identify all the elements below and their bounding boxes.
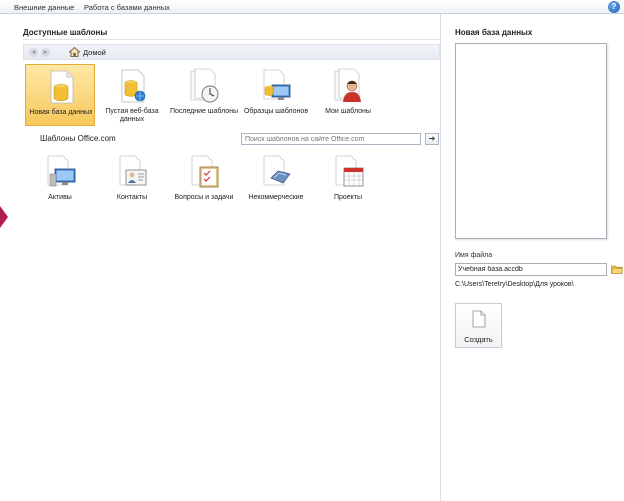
- tile-assets[interactable]: Активы: [25, 150, 95, 212]
- tile-label: Образцы шаблонов: [243, 108, 309, 115]
- tile-label: Новая база данных: [29, 109, 93, 116]
- tile-label: Контакты: [116, 194, 148, 201]
- create-button[interactable]: Создать: [455, 303, 502, 348]
- file-path: C:\Users\Teretry\Desktop\Для уроков\: [455, 281, 574, 288]
- tile-label: Некоммерческие: [248, 194, 304, 201]
- navigation-bar: ◂ ▸ Домой: [23, 44, 440, 60]
- tile-issues-tasks[interactable]: Вопросы и задачи: [169, 150, 239, 212]
- my-templates-icon: [334, 68, 361, 102]
- tile-sample-templates[interactable]: Образцы шаблонов: [241, 64, 311, 126]
- ribbon-tab-bar: Внешние данные Работа с базами данных: [0, 0, 624, 14]
- office-search-input[interactable]: [241, 133, 421, 145]
- new-database-icon: [50, 70, 74, 104]
- projects-icon: [335, 155, 364, 187]
- browse-folder-icon[interactable]: [611, 263, 623, 275]
- nonprofit-icon: [263, 155, 291, 186]
- office-templates-label: Шаблоны Office.com: [40, 134, 116, 143]
- tile-label: Пустая веб-база данных: [105, 108, 159, 123]
- recent-templates-icon: [190, 68, 219, 103]
- collapse-marker[interactable]: [0, 206, 8, 228]
- blank-web-database-icon: [121, 69, 146, 103]
- home-icon[interactable]: [69, 47, 80, 57]
- help-icon[interactable]: [608, 1, 620, 13]
- new-database-title: Новая база данных: [455, 28, 533, 37]
- tile-new-database[interactable]: Новая база данных: [25, 64, 95, 126]
- search-go-button[interactable]: ➔: [425, 133, 439, 145]
- sample-templates-icon: [263, 69, 291, 100]
- divider: [23, 39, 440, 40]
- tile-blank-web-database[interactable]: Пустая веб-база данных: [97, 64, 167, 126]
- tile-nonprofit[interactable]: Некоммерческие: [241, 150, 311, 212]
- section-title: Доступные шаблоны: [23, 28, 108, 37]
- available-templates-pane: Доступные шаблоны ◂ ▸ Домой Новая база д…: [8, 14, 440, 501]
- new-database-pane: Новая база данных Имя файла C:\Users\Ter…: [440, 14, 624, 501]
- tile-label: Активы: [48, 194, 72, 201]
- tile-contacts[interactable]: Контакты: [97, 150, 167, 212]
- tile-label: Проекты: [333, 194, 363, 201]
- forward-arrow-icon[interactable]: ▸: [41, 48, 50, 57]
- assets-icon: [47, 155, 76, 187]
- tile-label: Вопросы и задачи: [174, 194, 234, 201]
- contacts-icon: [119, 155, 147, 186]
- filename-field[interactable]: [455, 263, 607, 276]
- tile-label: Мои шаблоны: [325, 108, 371, 115]
- document-icon: [472, 310, 486, 328]
- tab-database-tools[interactable]: Работа с базами данных: [84, 3, 170, 12]
- tile-my-templates[interactable]: Мои шаблоны: [313, 64, 383, 126]
- tile-label: Последние шаблоны: [169, 108, 239, 115]
- issues-tasks-icon: [191, 155, 219, 188]
- tile-projects[interactable]: Проекты: [313, 150, 383, 212]
- back-arrow-icon[interactable]: ◂: [29, 48, 38, 57]
- tab-external-data[interactable]: Внешние данные: [14, 3, 74, 12]
- create-button-label: Создать: [464, 335, 493, 344]
- filename-label: Имя файла: [455, 252, 493, 259]
- template-preview: [455, 43, 607, 239]
- tile-recent-templates[interactable]: Последние шаблоны: [169, 64, 239, 126]
- home-link[interactable]: Домой: [83, 48, 106, 57]
- office-templates-bar: Шаблоны Office.com ➔: [23, 132, 440, 147]
